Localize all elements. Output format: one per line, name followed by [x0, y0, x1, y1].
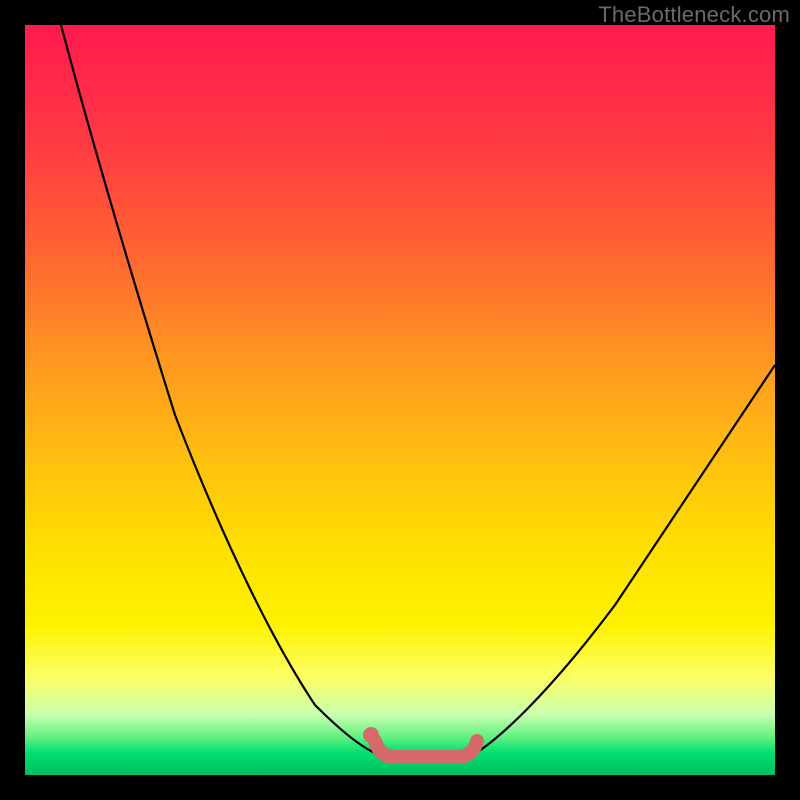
valley-marker-line: [375, 741, 477, 757]
chart-plot-area: [25, 25, 775, 775]
watermark-text: TheBottleneck.com: [598, 2, 790, 28]
chart-svg: [25, 25, 775, 775]
left-curve-line: [61, 25, 380, 755]
right-curve-line: [473, 365, 775, 755]
